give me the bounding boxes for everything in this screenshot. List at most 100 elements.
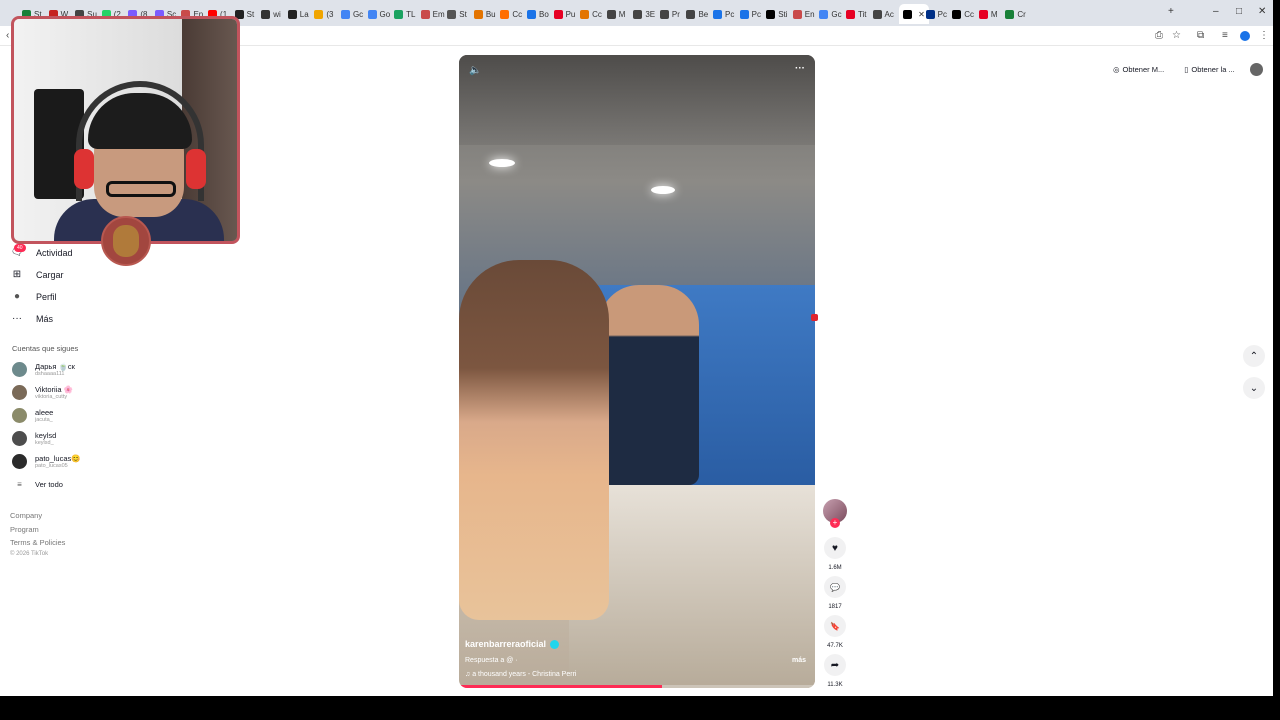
video-player[interactable]: 🔈 ··· karenbarreraoficial Respuesta a @ … bbox=[459, 55, 815, 688]
sidebar-item-label: Cargar bbox=[36, 269, 64, 280]
account-handle: pato_lucas05 bbox=[35, 463, 68, 469]
tab-favicon-icon bbox=[1005, 9, 1015, 19]
media-icon[interactable]: ≡ bbox=[1222, 30, 1228, 41]
browser-tab[interactable]: St bbox=[447, 6, 467, 22]
profile-icon[interactable] bbox=[1240, 31, 1250, 41]
browser-tab[interactable]: Pc bbox=[739, 6, 761, 22]
browser-tab[interactable]: La bbox=[287, 6, 309, 22]
share-icon[interactable]: ➦ bbox=[824, 654, 846, 676]
browser-tab[interactable]: Be bbox=[686, 6, 708, 22]
save-action[interactable]: 🔖 47.7K bbox=[823, 615, 847, 649]
following-account[interactable]: Дарья 🍵ск dshaaaa111 bbox=[12, 362, 75, 377]
browser-tab[interactable]: Pc bbox=[925, 6, 948, 22]
video-progress-bar[interactable] bbox=[459, 685, 815, 688]
minimize-window-button[interactable]: – bbox=[1213, 6, 1219, 17]
account-handle: dshaaaa111 bbox=[35, 371, 65, 377]
like-action[interactable]: ♥ 1.6M bbox=[823, 537, 847, 571]
install-icon[interactable]: ⎙ bbox=[1155, 30, 1163, 41]
back-icon[interactable]: ‹ bbox=[6, 30, 9, 41]
tab-favicon-icon bbox=[819, 9, 829, 19]
browser-tab[interactable]: wi bbox=[261, 6, 281, 22]
sidebar-item-perfil[interactable]: ● Perfil bbox=[10, 291, 57, 302]
tab-favicon-icon bbox=[394, 9, 404, 19]
browser-tab[interactable]: En bbox=[792, 6, 815, 22]
see-all-link[interactable]: ≡ Ver todo bbox=[12, 480, 63, 489]
activity-badge: 40 bbox=[14, 244, 26, 252]
get-coins-button[interactable]: ◎ Obtener M... bbox=[1108, 62, 1170, 77]
tab-favicon-icon bbox=[261, 9, 271, 19]
browser-tab[interactable]: Bu bbox=[473, 6, 496, 22]
previous-video-button[interactable]: ⌃ bbox=[1243, 345, 1265, 367]
footer-link-terms[interactable]: Terms & Policies bbox=[10, 538, 65, 547]
browser-tab[interactable]: (3 bbox=[314, 6, 333, 22]
comment-icon[interactable]: 💬 bbox=[824, 576, 846, 598]
browser-tab[interactable]: Pr bbox=[659, 6, 680, 22]
browser-tab[interactable]: ✕ bbox=[899, 4, 929, 24]
browser-tab[interactable]: Sti bbox=[766, 6, 788, 22]
follow-plus-icon[interactable]: + bbox=[830, 518, 840, 528]
tab-label: Em bbox=[432, 9, 445, 19]
video-music[interactable]: ♫ a thousand years - Christina Perri bbox=[465, 671, 576, 678]
tab-label: Pu bbox=[565, 9, 576, 19]
footer-link-program[interactable]: Program bbox=[10, 525, 39, 534]
extensions-icon[interactable]: ⧉ bbox=[1197, 30, 1204, 41]
tab-favicon-icon bbox=[766, 9, 776, 19]
browser-tab[interactable]: Cr bbox=[1005, 6, 1026, 22]
browser-tab[interactable]: Cc bbox=[580, 6, 602, 22]
save-count: 47.7K bbox=[827, 643, 843, 649]
comment-count: 1817 bbox=[828, 604, 842, 610]
browser-tab[interactable]: 3E bbox=[633, 6, 655, 22]
close-window-button[interactable]: ✕ bbox=[1258, 6, 1266, 17]
browser-tab[interactable]: Cc bbox=[952, 6, 974, 22]
following-account[interactable]: Viktoriia 🌸 viktoria_cutty bbox=[12, 385, 73, 400]
like-count: 1.6M bbox=[828, 565, 842, 571]
browser-tab[interactable]: Gc bbox=[340, 6, 363, 22]
browser-tab[interactable]: Gc bbox=[819, 6, 842, 22]
new-tab-button[interactable]: + bbox=[1168, 6, 1174, 17]
browser-tab[interactable]: Tit bbox=[845, 6, 867, 22]
menu-icon[interactable]: ⋮ bbox=[1259, 30, 1269, 41]
browser-tab[interactable]: Pu bbox=[553, 6, 576, 22]
browser-tab[interactable]: Go bbox=[367, 6, 390, 22]
share-action[interactable]: ➦ 11.3K bbox=[823, 654, 847, 688]
close-tab-icon[interactable]: ✕ bbox=[918, 10, 925, 19]
video-username[interactable]: karenbarreraoficial bbox=[465, 639, 560, 649]
comment-action[interactable]: 💬 1817 bbox=[823, 576, 847, 610]
browser-tab[interactable]: Bo bbox=[527, 6, 549, 22]
bookmark-icon[interactable]: 🔖 bbox=[824, 615, 846, 637]
browser-tab[interactable]: Pc bbox=[713, 6, 734, 22]
sidebar-item-mas[interactable]: ··· Más bbox=[10, 313, 53, 324]
browser-tab[interactable]: M bbox=[978, 6, 998, 22]
heart-icon[interactable]: ♥ bbox=[824, 537, 846, 559]
sidebar-item-cargar[interactable]: ⊞ Cargar bbox=[10, 269, 64, 280]
following-account[interactable]: pato_lucas😊 pato_lucas05 bbox=[12, 454, 81, 469]
account-name: Viktoriia 🌸 bbox=[35, 385, 73, 394]
phone-icon: ▯ bbox=[1184, 65, 1189, 74]
following-account[interactable]: keylsd keylsd_ bbox=[12, 431, 56, 446]
tab-label: Gc bbox=[831, 9, 842, 19]
list-icon: ≡ bbox=[17, 480, 22, 489]
footer-link-company[interactable]: Company bbox=[10, 511, 42, 520]
tab-label: St bbox=[459, 9, 467, 19]
browser-tab[interactable]: Em bbox=[420, 6, 445, 22]
browser-tab[interactable]: Cc bbox=[500, 6, 522, 22]
following-account[interactable]: aleee jacuta_ bbox=[12, 408, 53, 423]
get-app-button[interactable]: ▯ Obtener la ... bbox=[1179, 62, 1240, 77]
maximize-window-button[interactable]: □ bbox=[1236, 6, 1242, 17]
tab-label: Pc bbox=[937, 9, 948, 19]
tab-favicon-icon bbox=[287, 9, 297, 19]
browser-tab[interactable]: M bbox=[606, 6, 625, 22]
bookmark-icon[interactable]: ☆ bbox=[1172, 30, 1181, 41]
tab-label: Bo bbox=[539, 9, 549, 19]
caption-more-button[interactable]: más bbox=[792, 657, 806, 664]
more-options-icon[interactable]: ··· bbox=[795, 63, 805, 74]
account-handle: jacuta_ bbox=[35, 417, 53, 423]
user-avatar[interactable] bbox=[1249, 63, 1263, 76]
account-name: aleee bbox=[35, 408, 54, 417]
chevron-down-icon: ⌄ bbox=[1249, 382, 1259, 394]
tab-label: Be bbox=[698, 9, 709, 19]
volume-icon[interactable]: 🔈 bbox=[469, 65, 481, 76]
browser-tab[interactable]: TL bbox=[394, 6, 415, 22]
next-video-button[interactable]: ⌄ bbox=[1243, 377, 1265, 399]
browser-tab[interactable]: Ac bbox=[872, 6, 894, 22]
